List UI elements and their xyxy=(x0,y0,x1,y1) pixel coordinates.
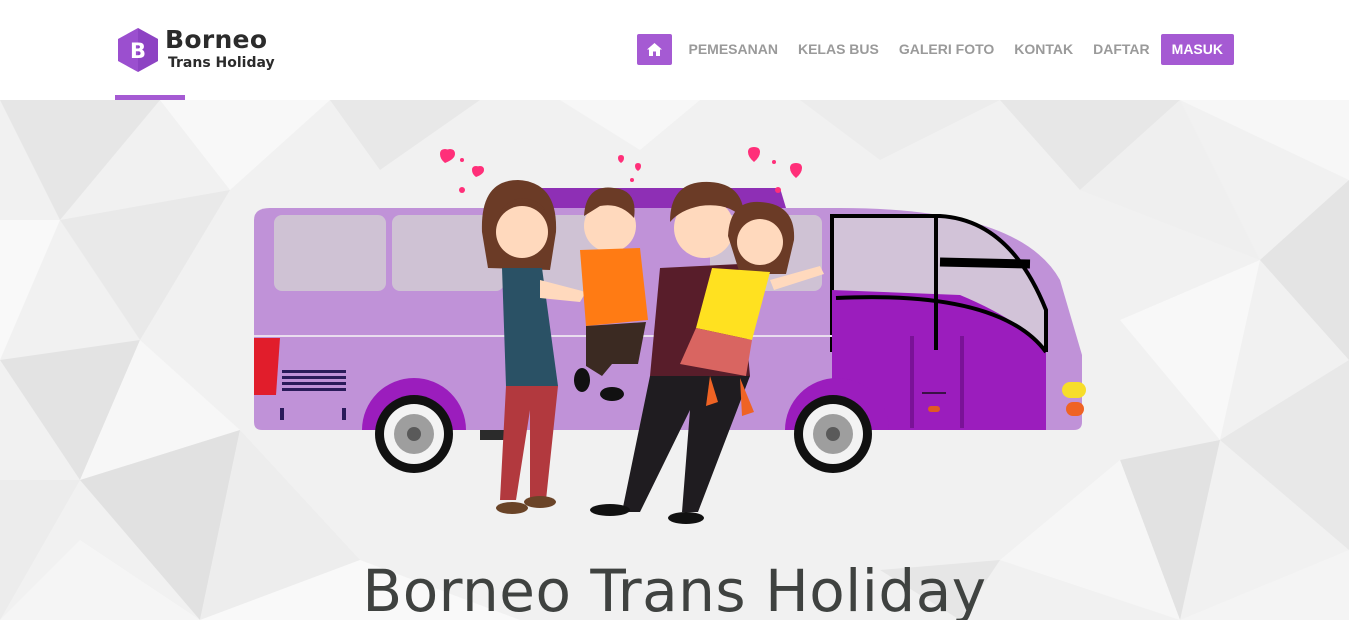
family-bus-illustration xyxy=(254,147,1086,524)
hearts-decoration xyxy=(440,147,802,193)
main-nav: PEMESANAN KELAS BUS GALERI FOTO KONTAK D… xyxy=(636,34,1234,65)
nav-item-kontak[interactable]: KONTAK xyxy=(1004,34,1083,65)
logo-letter: B xyxy=(130,39,146,63)
hero-section: Borneo Trans Holiday xyxy=(0,100,1349,620)
logo-hexagon-icon: B xyxy=(118,28,158,72)
front-wheel xyxy=(375,395,453,473)
nav-item-galeri-foto[interactable]: GALERI FOTO xyxy=(889,34,1004,65)
rear-wheel xyxy=(794,395,872,473)
nav-item-kelas-bus[interactable]: KELAS BUS xyxy=(788,34,889,65)
brand-tagline: Trans Holiday xyxy=(168,55,275,71)
nav-item-daftar[interactable]: DAFTAR xyxy=(1083,34,1160,65)
site-header: B Borneo Trans Holiday PEMESANAN KELAS B… xyxy=(0,0,1349,100)
hero-title: Borneo Trans Holiday xyxy=(362,557,987,620)
brand-name: Borneo xyxy=(165,25,268,54)
home-icon xyxy=(646,43,662,56)
brand-logo[interactable]: B Borneo Trans Holiday xyxy=(115,25,305,77)
nav-home-button[interactable] xyxy=(636,34,672,65)
nav-item-pemesanan[interactable]: PEMESANAN xyxy=(679,34,788,65)
login-button[interactable]: MASUK xyxy=(1160,34,1234,65)
